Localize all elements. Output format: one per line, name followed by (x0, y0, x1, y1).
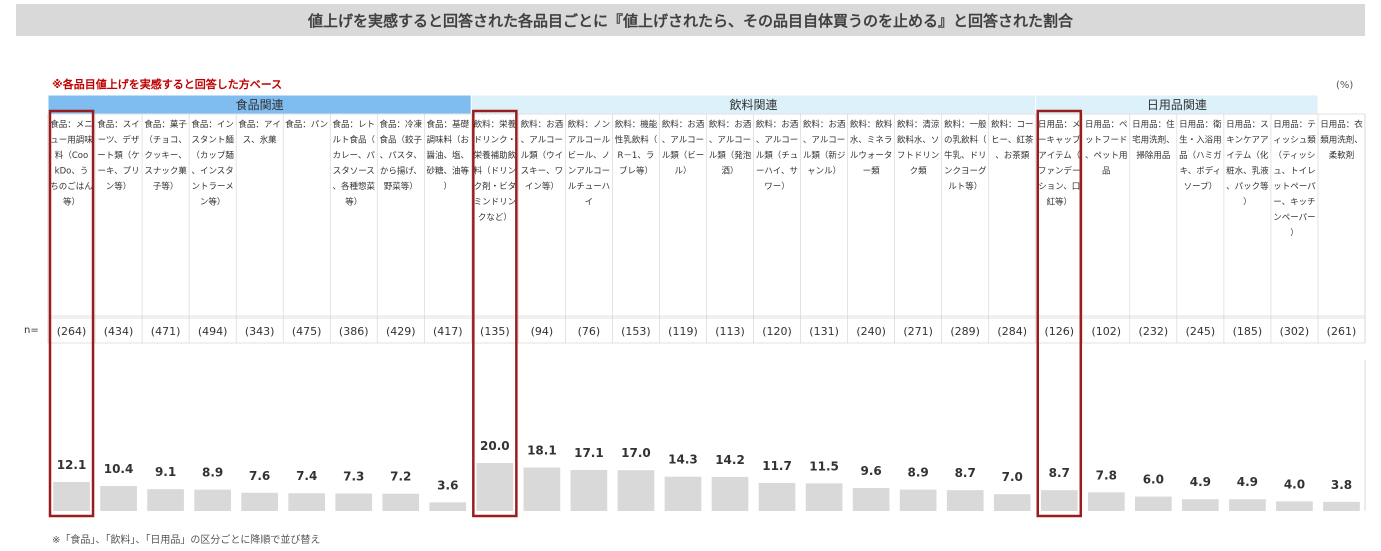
category-label: 飲料：コーヒー、紅茶、お茶類 (991, 119, 1034, 161)
bar (382, 493, 420, 511)
sample-size: (494) (198, 325, 228, 338)
sample-size: (76) (578, 325, 601, 338)
sample-size: (261) (1327, 325, 1357, 338)
sample-size: (386) (339, 325, 369, 338)
data-label: 17.1 (574, 446, 604, 460)
bar (335, 493, 373, 511)
sample-size: (113) (715, 325, 745, 338)
sample-size: (119) (668, 325, 698, 338)
data-label: 18.1 (527, 444, 557, 458)
bar (805, 483, 843, 511)
data-label: 7.0 (1002, 470, 1023, 484)
data-label: 3.8 (1331, 478, 1352, 492)
category-label: 日用品：住宅用洗剤、掃除用品 (1132, 119, 1175, 161)
bar (1040, 490, 1078, 511)
category-label: 飲料：一般の乳飲料（牛乳、ドリンクヨーグルト等） (944, 119, 987, 192)
sample-size: (264) (57, 325, 87, 338)
bar (1323, 501, 1360, 511)
bar (194, 489, 231, 511)
data-label: 17.0 (621, 446, 651, 460)
data-label: 4.0 (1284, 477, 1305, 491)
bar (993, 494, 1031, 511)
sample-size: (126) (1044, 325, 1074, 338)
category-label: 食品：冷凍食品（餃子、パスタ、から揚げ、野菜等） (380, 119, 423, 192)
sample-size: (245) (1186, 325, 1216, 338)
sample-size: (284) (997, 325, 1027, 338)
data-label: 14.3 (668, 453, 698, 467)
category-label: 飲料：栄養ドリンク・栄養補助飲料（ドリンク剤・ビタミンドリンクなど） (474, 119, 517, 223)
data-label: 11.5 (809, 459, 839, 473)
sample-size: (240) (856, 325, 886, 338)
sample-size: (302) (1280, 325, 1310, 338)
sample-size: (429) (386, 325, 416, 338)
bar (946, 490, 984, 511)
sample-size: (131) (809, 325, 839, 338)
bar (899, 489, 937, 511)
bar (1182, 499, 1219, 511)
bar (241, 492, 279, 511)
data-label: 4.9 (1237, 475, 1258, 489)
bar (476, 463, 514, 511)
sample-size: (135) (480, 325, 510, 338)
sample-size: (232) (1139, 325, 1169, 338)
data-label: 3.6 (437, 478, 458, 492)
sample-size: (475) (292, 325, 322, 338)
data-label: 7.3 (343, 469, 364, 483)
bar (288, 493, 326, 511)
bar (147, 489, 184, 511)
bar (429, 502, 467, 511)
data-label: 7.4 (296, 469, 317, 483)
data-label: 9.1 (155, 465, 176, 479)
sample-size: (289) (950, 325, 980, 338)
bar (1229, 499, 1266, 511)
bar (617, 470, 655, 511)
sample-size: (417) (433, 325, 463, 338)
bar (100, 486, 137, 511)
bar (1276, 501, 1313, 511)
data-label: 14.2 (715, 453, 745, 467)
data-label: 10.4 (104, 462, 134, 476)
data-label: 11.7 (762, 459, 792, 473)
sample-size: (120) (762, 325, 792, 338)
category-label: 食品：パン (285, 119, 328, 130)
bar (1087, 492, 1125, 511)
sample-size: (94) (531, 325, 554, 338)
data-label: 4.9 (1190, 475, 1211, 489)
sample-size: (343) (245, 325, 275, 338)
sample-size: (102) (1092, 325, 1122, 338)
group-label: 飲料関連 (730, 97, 778, 112)
sample-size: (434) (104, 325, 134, 338)
group-label: 日用品関連 (1147, 98, 1207, 112)
bar-chart: 食品関連 飲料関連 日用品関連食品：メニュー用調味料（Coo kDo、うちのごはん等）… (47, 94, 1366, 518)
data-label: 20.0 (480, 439, 510, 453)
bar (53, 481, 90, 511)
data-label: 6.0 (1143, 473, 1164, 487)
category-label: 日用品：衛生・入浴用品（ハミガキ、ボディソープ） (1179, 119, 1222, 192)
data-label: 9.6 (860, 464, 881, 478)
bar (570, 469, 608, 511)
data-label: 8.7 (1049, 466, 1070, 480)
bar (664, 476, 702, 511)
category-label: 飲料：お酒、アルコール類（ウイスキー、ワイン等） (521, 119, 564, 192)
sample-size: (153) (621, 325, 651, 338)
data-label: 7.8 (1096, 468, 1117, 482)
data-label: 12.1 (57, 458, 87, 472)
bar (523, 467, 561, 511)
data-label: 7.2 (390, 470, 411, 484)
group-label: 食品関連 (236, 97, 284, 112)
bar (1134, 496, 1172, 511)
bar (852, 487, 890, 511)
sample-size: (271) (903, 325, 933, 338)
sample-size: (185) (1233, 325, 1263, 338)
sample-size: (471) (151, 325, 181, 338)
data-label: 7.6 (249, 469, 270, 483)
data-label: 8.9 (202, 466, 223, 480)
data-label: 8.9 (908, 466, 929, 480)
bar (758, 482, 796, 511)
data-label: 8.7 (955, 466, 976, 480)
bar (711, 476, 749, 511)
